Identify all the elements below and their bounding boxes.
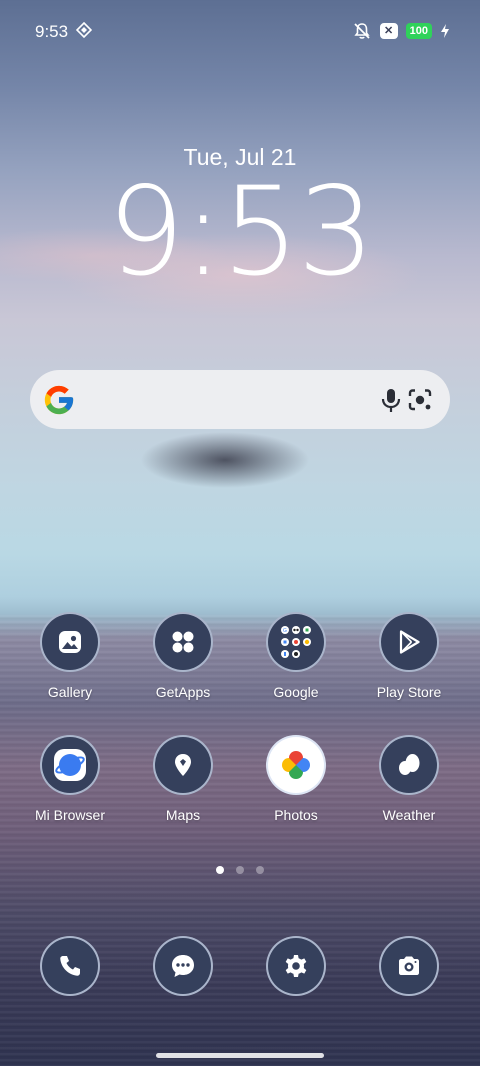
page-dot[interactable] [256,866,264,874]
app-label: Play Store [376,684,442,700]
play-store-icon [379,612,439,672]
dock-phone[interactable] [40,936,100,996]
status-bar: 9:53 ✕ 100 [0,18,480,46]
cloud-icon [379,735,439,795]
map-pin-icon [153,735,213,795]
app-gallery[interactable]: Gallery [15,612,125,722]
google-search-bar[interactable] [30,370,450,429]
app-maps[interactable]: Maps [128,735,238,845]
microphone-icon[interactable] [378,386,404,414]
folder-icon: G [266,612,326,672]
page-dot[interactable] [236,866,244,874]
app-getapps[interactable]: GetApps [128,612,238,722]
bell-off-icon [354,23,370,39]
gallery-icon [40,612,100,672]
app-play-store[interactable]: Play Store [354,612,464,722]
battery-level: 100 [405,23,432,39]
dock-settings[interactable] [266,936,326,996]
page-dot-active[interactable] [216,866,224,874]
app-label: Photos [274,807,318,823]
gear-icon [285,955,307,977]
google-g-icon [44,385,74,415]
globe-icon [40,735,100,795]
four-dots-icon [153,612,213,672]
pinwheel-icon [266,735,326,795]
home-clock[interactable]: 9:53 [0,171,480,293]
page-indicator [0,866,480,874]
app-weather[interactable]: Weather [354,735,464,845]
gesture-nav-handle[interactable] [156,1053,324,1058]
app-mi-browser[interactable]: Mi Browser [15,735,125,845]
status-right-group: ✕ 100 [352,21,450,41]
vpn-diamond-icon [76,22,92,38]
app-google-folder[interactable]: G Google [241,612,351,722]
notification-x-icon: ✕ [379,23,398,39]
dock-camera[interactable] [379,936,439,996]
status-time: 9:53 [35,22,69,41]
charging-bolt-icon [441,24,449,38]
app-photos[interactable]: Photos [241,735,351,845]
google-lens-icon[interactable] [406,387,434,413]
camera-icon [399,956,419,975]
app-label: Gallery [47,684,93,700]
app-label: Mi Browser [34,807,105,823]
dock-messages[interactable] [153,936,213,996]
app-label: Weather [382,807,436,823]
svg-text:G: G [283,628,287,634]
app-label: Maps [165,807,201,823]
app-label: Google [273,684,319,700]
phone-icon [60,956,80,976]
chat-bubble-icon [172,955,194,977]
app-label: GetApps [155,684,211,700]
